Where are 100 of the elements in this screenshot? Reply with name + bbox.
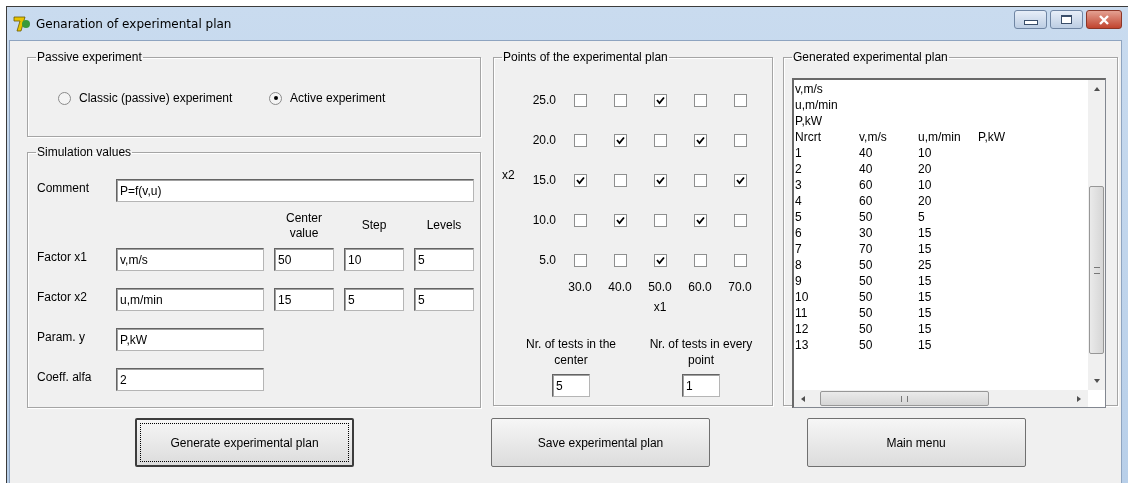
radio-option[interactable]: Active experiment: [269, 91, 480, 105]
factor-name-field[interactable]: v,m/s: [116, 248, 264, 271]
list-cell: 3: [795, 177, 802, 193]
axis-label: x1: [652, 300, 668, 314]
row-label: 5.0: [538, 253, 557, 267]
checkbox[interactable]: [653, 253, 667, 267]
factor-value-field[interactable]: 5: [414, 248, 474, 271]
checkbox[interactable]: [653, 133, 667, 147]
list-cell: 11: [795, 305, 808, 321]
action-button[interactable]: Generate experimental plan: [135, 418, 354, 467]
list-cell: 20: [918, 161, 932, 177]
checkbox[interactable]: [693, 133, 707, 147]
param-field[interactable]: P,kW: [116, 328, 264, 351]
vertical-scrollbar[interactable]: [1088, 80, 1105, 390]
group-title: Generated experimental plan: [792, 50, 949, 64]
checkbox[interactable]: [613, 213, 627, 227]
list-cell: 50: [859, 257, 873, 273]
factor-value-field[interactable]: 5: [414, 288, 474, 311]
checkbox[interactable]: [693, 213, 707, 227]
list-cell: 9: [795, 273, 802, 289]
list-header: P,kW: [978, 129, 1006, 145]
list-cell: 13: [795, 337, 809, 353]
list-cell: 15: [918, 289, 932, 305]
close-icon: [1098, 14, 1110, 25]
close-button[interactable]: [1086, 10, 1122, 29]
list-text: v,m/s: [795, 81, 823, 97]
checkbox[interactable]: [693, 253, 707, 267]
minimize-button[interactable]: [1014, 10, 1047, 29]
checkbox[interactable]: [573, 173, 587, 187]
column-label: 30.0: [567, 280, 593, 294]
checkbox[interactable]: [653, 213, 667, 227]
checkbox[interactable]: [573, 133, 587, 147]
factor-value-field[interactable]: 50: [274, 248, 334, 271]
app-icon: [13, 14, 31, 33]
alfa-field[interactable]: 2: [116, 368, 264, 391]
checkbox[interactable]: [613, 173, 627, 187]
checkbox[interactable]: [693, 173, 707, 187]
list-cell: 50: [859, 209, 873, 225]
action-button[interactable]: Save experimental plan: [491, 418, 711, 467]
horizontal-scrollbar[interactable]: [794, 390, 1088, 407]
checkbox[interactable]: [653, 173, 667, 187]
checkbox[interactable]: [693, 93, 707, 107]
list-cell: 50: [859, 337, 873, 353]
column-label: 50.0: [647, 280, 673, 294]
list-cell: 1: [795, 145, 802, 161]
factor-name-field[interactable]: u,m/min: [116, 288, 264, 311]
checkbox[interactable]: [573, 253, 587, 267]
checkbox[interactable]: [613, 133, 627, 147]
field-label: Nr. of tests in the center: [524, 336, 617, 368]
action-button[interactable]: Main menu: [806, 418, 1026, 467]
comment-field[interactable]: P=f(v,u): [116, 179, 474, 202]
list-text: u,m/min: [795, 97, 838, 113]
list-cell: 15: [918, 273, 932, 289]
checkbox[interactable]: [613, 253, 627, 267]
column-label: 70.0: [727, 280, 753, 294]
checkbox[interactable]: [573, 213, 587, 227]
checkbox[interactable]: [733, 93, 747, 107]
list-cell: 15: [918, 225, 932, 241]
column-label: 60.0: [687, 280, 713, 294]
row-label: 15.0: [531, 173, 557, 187]
list-cell: 2: [795, 161, 802, 177]
group-title: Passive experiment: [36, 50, 143, 64]
point-tests-field[interactable]: 1: [682, 374, 720, 397]
row-label: 10.0: [531, 213, 557, 227]
checkbox[interactable]: [733, 173, 747, 187]
list-cell: 20: [918, 193, 932, 209]
list-header: v,m/s: [859, 129, 887, 145]
list-text: P,kW: [795, 113, 823, 129]
list-header: Nrcrt: [795, 129, 821, 145]
factor-value-field[interactable]: 5: [344, 288, 404, 311]
list-cell: 30: [859, 225, 873, 241]
list-cell: 12: [795, 321, 809, 337]
list-cell: 5: [918, 209, 925, 225]
checkbox[interactable]: [573, 93, 587, 107]
group-title: Points of the experimental plan: [502, 50, 669, 64]
factor-value-field[interactable]: 10: [344, 248, 404, 271]
list-cell: 50: [859, 273, 873, 289]
checkbox[interactable]: [733, 253, 747, 267]
center-tests-field[interactable]: 5: [552, 374, 590, 397]
list-cell: 25: [918, 257, 932, 273]
radio-option[interactable]: Classic (passive) experiment: [58, 91, 269, 105]
list-cell: 15: [918, 241, 932, 257]
list-cell: 50: [859, 321, 873, 337]
list-cell: 15: [918, 321, 932, 337]
window-title: Genaration of experimental plan: [36, 16, 232, 31]
factor-value-field[interactable]: 15: [274, 288, 334, 311]
field-label: Nr. of tests in every point: [648, 336, 754, 368]
row-label: 25.0: [531, 93, 557, 107]
checkbox[interactable]: [733, 213, 747, 227]
maximize-button[interactable]: [1050, 10, 1083, 29]
checkbox[interactable]: [653, 93, 667, 107]
list-cell: 4: [795, 193, 802, 209]
checkbox[interactable]: [613, 93, 627, 107]
column-label: 40.0: [607, 280, 633, 294]
list-cell: 10: [918, 177, 932, 193]
list-cell: 8: [795, 257, 802, 273]
field-label: Factor x1: [37, 249, 88, 264]
plan-listbox[interactable]: v,m/s u,m/min P,kW Nrcrt v,m/s u,m/min P,kW 1 40 10 2 40 20 3 60 10 4 60 20 5 50 5 6 30 15 7 70 15 8 50 25 9 50 15 10 50 15 11 50 15 12 50 15 13 50 15: [792, 78, 1106, 408]
list-cell: 50: [859, 289, 873, 305]
checkbox[interactable]: [733, 133, 747, 147]
